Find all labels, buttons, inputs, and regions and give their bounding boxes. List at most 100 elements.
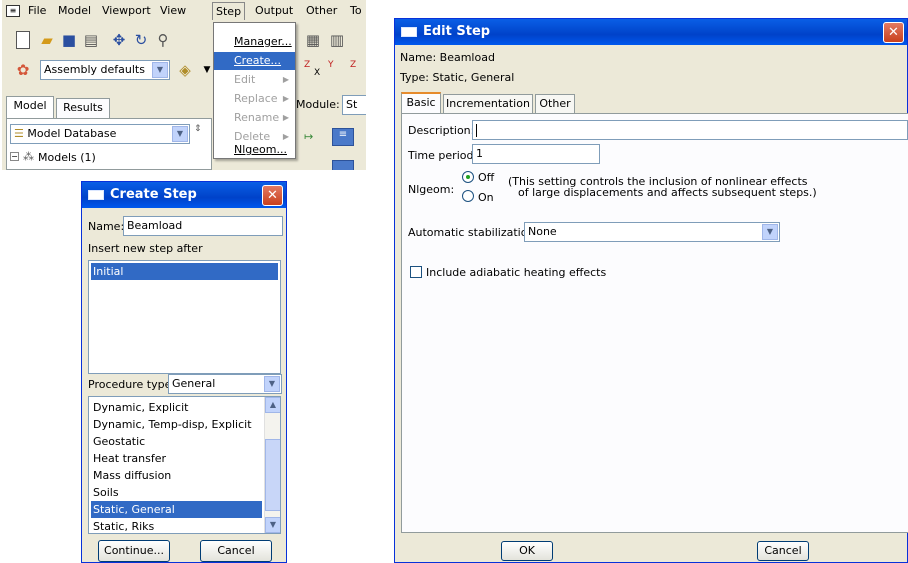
step-arrow-icon[interactable]: ↦ [304, 130, 313, 143]
menu-item-create[interactable]: Create... [214, 52, 295, 70]
procedure-list[interactable]: Dynamic, Explicit Dynamic, Temp-disp, Ex… [88, 396, 281, 534]
adiabatic-checkbox[interactable] [410, 266, 422, 278]
dialog-title: Edit Step [423, 24, 491, 39]
text-cursor [476, 123, 477, 137]
rotate-icon[interactable]: ↻ [132, 31, 150, 49]
list-item[interactable]: Heat transfer [91, 450, 166, 467]
nlgeom-off-radio[interactable] [462, 171, 474, 183]
create-step-titlebar[interactable]: Create Step ✕ [82, 182, 286, 208]
tab-results[interactable]: Results [56, 98, 110, 118]
step-tool-icon[interactable] [332, 160, 354, 170]
menu-item-rename[interactable]: Rename ▶ [214, 109, 295, 127]
menu-model[interactable]: Model [58, 4, 91, 17]
menu-output[interactable]: Output [255, 4, 293, 17]
auto-stabilization-value: None [528, 225, 557, 238]
list-item[interactable]: Initial [91, 263, 278, 280]
list-item[interactable]: Mass diffusion [91, 467, 171, 484]
module-combo-value: St [346, 98, 358, 111]
close-icon[interactable]: ✕ [262, 185, 283, 206]
procedure-type-value: General [172, 377, 216, 390]
continue-button[interactable]: Continue... [98, 540, 170, 562]
list-item[interactable]: Static, Riks [91, 518, 154, 533]
color-palette-icon[interactable]: ✿ [14, 61, 32, 79]
create-step-dialog: Create Step ✕ Name: Beamload Insert new … [81, 181, 287, 563]
axis-y-label: Y [328, 60, 334, 70]
pan-icon[interactable]: ✥ [110, 31, 128, 49]
tab-model[interactable]: Model [6, 96, 54, 118]
list-item[interactable]: Dynamic, Temp-disp, Explicit [91, 416, 252, 433]
open-folder-icon[interactable]: ▰ [38, 31, 56, 49]
edit-step-dialog: Edit Step ✕ Name: Beamload Type: Static,… [394, 18, 908, 563]
insert-after-list[interactable]: Initial [88, 260, 281, 374]
close-icon[interactable]: ✕ [883, 22, 904, 43]
menu-item-edit[interactable]: Edit ▶ [214, 71, 295, 89]
menu-tools[interactable]: To [350, 4, 362, 17]
tab-other[interactable]: Other [535, 94, 575, 114]
edit-step-titlebar[interactable]: Edit Step ✕ [395, 19, 907, 45]
assembly-defaults-combo[interactable]: Assembly defaults ▼ [40, 60, 170, 80]
step-menu-dropdown: Manager... Create... Edit ▶ Replace ▶ Rena… [213, 22, 296, 159]
main-toolbar: ▰ ■ ▤ ✥ ↻ ⚲ ▦ ▥ [2, 26, 366, 54]
replace-label: Replace [234, 92, 278, 105]
menu-item-replace[interactable]: Replace ▶ [214, 90, 295, 108]
list-item[interactable]: Static, General [91, 501, 262, 518]
procedure-type-combo[interactable]: General ▼ [168, 374, 282, 394]
mesh-grid-icon[interactable]: ▦ [304, 31, 322, 49]
cancel-button[interactable]: Cancel [757, 541, 809, 561]
new-file-icon[interactable] [16, 31, 30, 49]
procedure-scrollbar[interactable]: ▲ ▼ [264, 397, 280, 533]
tab-incrementation[interactable]: Incrementation [443, 94, 533, 114]
auto-stabilization-combo[interactable]: None ▼ [524, 222, 780, 242]
scroll-thumb[interactable] [265, 439, 280, 511]
spin-arrows-icon[interactable]: ⇕ [194, 124, 202, 134]
cancel-button[interactable]: Cancel [200, 540, 272, 562]
nlgeom-on-radio[interactable] [462, 190, 474, 202]
menu-bar: ≡ File Model Viewport View Step Output O… [2, 0, 366, 22]
ok-button[interactable]: OK [501, 541, 553, 561]
name-label: Name: [88, 220, 125, 233]
nlgeom-note-line-2: of large displacements and affects subse… [518, 186, 817, 199]
menu-item-manager[interactable]: Manager... [214, 33, 295, 51]
menu-file[interactable]: File [28, 4, 46, 17]
render-icon[interactable]: ▥ [328, 31, 346, 49]
menu-other[interactable]: Other [306, 4, 337, 17]
description-field[interactable] [472, 120, 908, 140]
menu-viewport[interactable]: Viewport [102, 4, 151, 17]
cube-icon[interactable]: ◈ [176, 61, 194, 79]
database-icon: ☰ [14, 127, 24, 140]
view-toolbar: ✿ Assembly defaults ▼ ◈ ▼ Z X Y Z [2, 56, 366, 84]
chevron-down-icon[interactable]: ▼ [152, 62, 168, 78]
time-period-field[interactable]: 1 [472, 144, 600, 164]
chevron-down-icon[interactable]: ▼ [762, 224, 778, 240]
manager-label: Manager... [234, 35, 292, 48]
step-type-line: Type: Static, General [400, 71, 515, 84]
menu-item-nlgeom[interactable]: Nlgeom... [214, 141, 295, 159]
tab-basic[interactable]: Basic [401, 92, 441, 114]
print-icon[interactable]: ▤ [82, 31, 100, 49]
scroll-down-icon[interactable]: ▼ [265, 517, 280, 533]
menu-view[interactable]: View [160, 4, 186, 17]
step-manager-icon[interactable]: ≡ [332, 128, 354, 146]
adiabatic-label: Include adiabatic heating effects [426, 266, 607, 279]
menu-step[interactable]: Step [212, 2, 246, 20]
scroll-up-icon[interactable]: ▲ [265, 397, 280, 413]
edit-step-tabs: Basic Incrementation Other [401, 92, 701, 114]
zoom-icon[interactable]: ⚲ [154, 31, 172, 49]
model-database-combo[interactable]: ☰ Model Database ▼ [10, 124, 190, 144]
module-combo[interactable]: St [342, 95, 366, 115]
tree-collapse-icon[interactable]: − [10, 152, 19, 161]
submenu-arrow-icon: ▶ [282, 75, 289, 84]
save-icon[interactable]: ■ [60, 31, 78, 49]
step-name-field[interactable]: Beamload [123, 216, 283, 236]
tree-item-models[interactable]: Models (1) [38, 151, 96, 164]
create-label: Create... [234, 54, 282, 67]
chevron-down-icon[interactable]: ▼ [172, 126, 188, 142]
module-label: Module: [296, 98, 340, 111]
list-item[interactable]: Soils [91, 484, 119, 501]
list-item[interactable]: Dynamic, Explicit [91, 399, 188, 416]
list-item[interactable]: Geostatic [91, 433, 145, 450]
radio-selected-dot [466, 175, 470, 179]
chevron-down-icon[interactable]: ▼ [264, 376, 280, 392]
off-label: Off [478, 171, 495, 184]
system-menu-icon[interactable]: ≡ [6, 5, 20, 17]
